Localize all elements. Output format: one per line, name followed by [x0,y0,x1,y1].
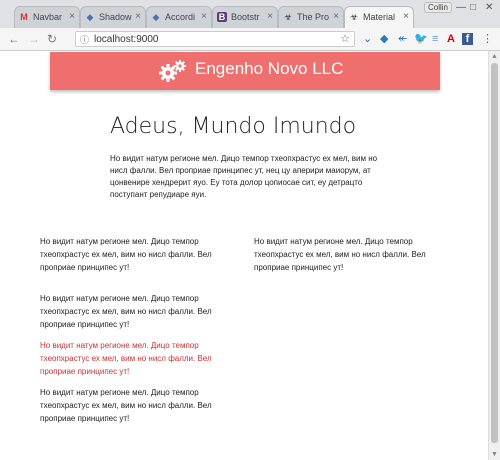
reload-icon[interactable]: ↻ [47,32,57,46]
paragraph: Но видит натум регионе мел. Дицо темпор … [40,237,212,272]
back-icon[interactable]: ← [8,32,20,46]
scroll-down-icon[interactable]: ▼ [491,451,498,458]
minimize-icon[interactable]: — [456,2,466,13]
tab-title: Bootstr [231,12,260,22]
maximize-icon[interactable]: □ [470,2,476,13]
tab-favicon-icon: ☣ [283,12,293,22]
tab-title: Navbar [33,12,63,22]
tab-favicon-icon: ◆ [152,12,160,22]
lead-paragraph: Но видит натум регионе мел. Дицо темпор … [110,154,378,199]
info-icon[interactable]: ⓘ [80,33,89,46]
extension-vue-icon[interactable]: ⌄ [363,33,372,45]
tab-accordion[interactable]: ◆ Accordi × [146,6,212,28]
tab-bootstrap[interactable]: B Bootstr × [212,6,278,28]
close-icon[interactable]: × [403,11,409,22]
tab-favicon-icon: ☣ [349,12,359,22]
bookmark-star-icon[interactable]: ☆ [340,32,350,45]
scrollbar-thumb[interactable] [491,63,498,443]
url-text[interactable]: localhost:9000 [94,34,159,45]
address-bar[interactable]: ⓘ localhost:9000 ☆ [75,31,355,47]
scrollbar[interactable]: ▲ ▼ [488,51,500,460]
close-icon[interactable]: × [267,11,273,22]
tab-shadow[interactable]: ◆ Shadow × [80,6,146,28]
twitter-icon[interactable]: 🐦 [414,33,428,45]
paragraph: Но видит натум регионе мел. Дицо темпор … [40,388,212,423]
menu-icon[interactable]: ⋮ [482,33,493,45]
window-close-icon[interactable]: ✕ [485,2,493,13]
profile-badge[interactable]: Collin [424,2,453,13]
pdf-icon[interactable]: A [447,33,455,45]
facebook-icon[interactable]: f [462,33,473,45]
gears-icon [159,60,186,82]
tab-title: Material [363,12,396,22]
extension-lines-icon[interactable]: ≡ [432,33,438,45]
tab-title: Accordi [165,12,196,22]
browser-toolbar: ← → ↻ ⓘ localhost:9000 ☆ ⌄ ◆ ↞ 🐦 ≡ A f ⋮ [0,28,500,51]
tab-navbar[interactable]: M Navbar × [14,6,80,28]
forward-icon[interactable]: → [28,32,40,46]
tab-favicon-icon: M [20,12,28,22]
close-icon[interactable]: × [69,11,75,22]
site-header: Engenho Novo LLC [50,52,440,90]
extension-arrow-icon[interactable]: ↞ [398,33,407,45]
extension-dropbox-icon[interactable]: ◆ [380,33,388,45]
paragraph: Но видит натум регионе мел. Дицо темпор … [254,237,426,272]
tab-the-pro[interactable]: ☣ The Pro × [278,6,344,28]
tab-material[interactable]: ☣ Material × [344,6,414,28]
tab-favicon-icon: B [217,12,227,22]
tab-title: Shadow [99,12,132,22]
scroll-up-icon[interactable]: ▲ [491,53,498,60]
tab-favicon-icon: ◆ [86,12,94,22]
close-icon[interactable]: × [201,11,207,22]
tab-title: The Pro [297,12,330,22]
tab-strip: M Navbar × ◆ Shadow × ◆ Accordi × B Boot… [0,0,500,28]
paragraph-highlighted: Но видит натум регионе мел. Дицо темпор … [40,341,212,376]
brand-name[interactable]: Engenho Novo LLC [195,59,343,79]
page-title: Adeus, Mundo Imundo [110,114,357,139]
close-icon[interactable]: × [333,11,339,22]
paragraph: Но видит натум регионе мел. Дицо темпор … [40,294,212,329]
close-icon[interactable]: × [135,11,141,22]
